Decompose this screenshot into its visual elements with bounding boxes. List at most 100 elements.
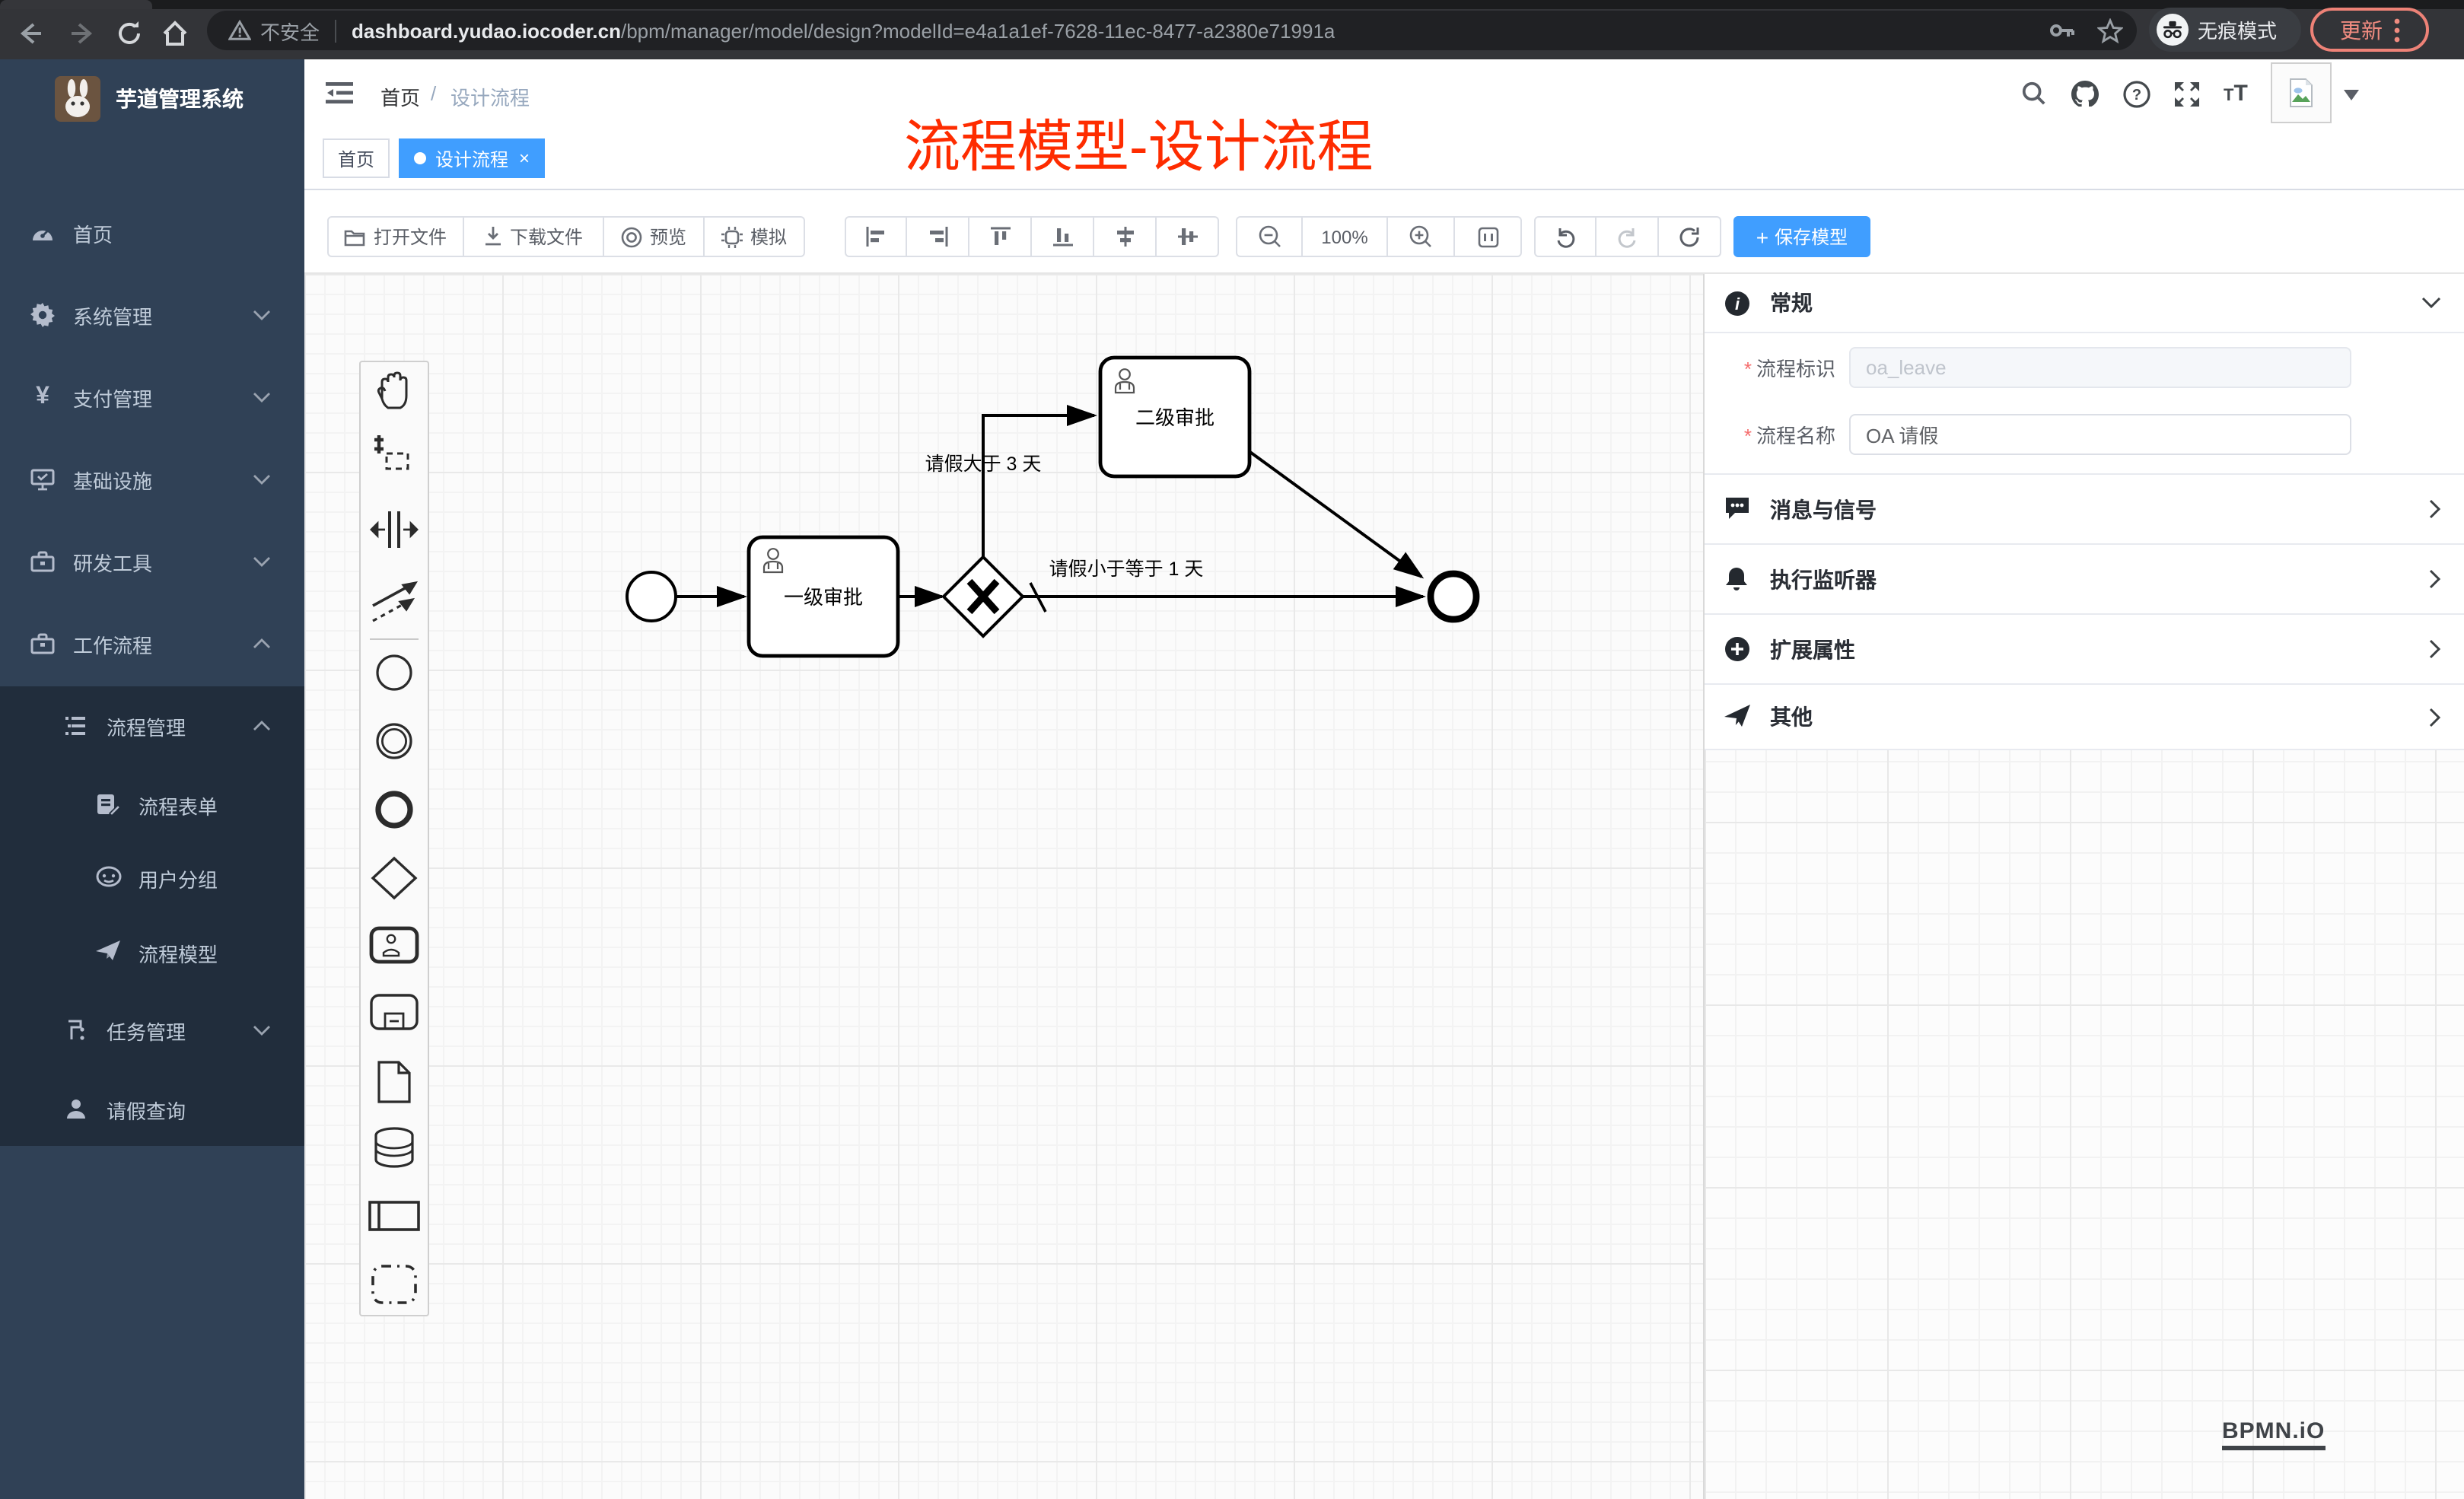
tab-label: 首页 [338, 145, 374, 171]
process-key-input[interactable] [1849, 347, 2351, 388]
flow-task2-to-end[interactable] [1248, 450, 1421, 577]
exclusive-gateway[interactable] [944, 557, 1023, 636]
chevron-down-icon[interactable] [2421, 297, 2441, 309]
zoom-in-button[interactable] [1388, 216, 1455, 257]
user-icon [64, 1097, 88, 1122]
align-bottom-button[interactable] [1032, 216, 1094, 257]
sidebar-item-process-manage[interactable]: 流程管理 [0, 688, 304, 764]
zoom-reset-button[interactable] [1455, 216, 1522, 257]
chevron-right-icon[interactable] [2429, 569, 2441, 589]
sidebar-item-label: 研发工具 [73, 547, 152, 576]
restart-button[interactable] [1659, 216, 1721, 257]
browser-home-button[interactable] [161, 20, 192, 47]
browser-menu-kebab-icon[interactable] [2393, 18, 2399, 42]
chevron-right-icon[interactable] [2429, 639, 2441, 659]
align-left-button[interactable] [845, 216, 907, 257]
update-button[interactable]: 更新 [2310, 8, 2429, 52]
align-center-h-button[interactable] [1094, 216, 1157, 257]
browser-forward-button[interactable] [67, 20, 97, 47]
security-label[interactable]: 不安全 [260, 16, 320, 45]
bpmn-diagram[interactable]: 一级审批 二级审批 请假大于 3 天 请假小于等于 1 天 [304, 274, 1703, 1499]
user-task-level1[interactable]: 一级审批 [749, 537, 898, 656]
section-execution-listener[interactable]: 执行监听器 [1705, 545, 2464, 615]
gear-icon [30, 303, 55, 327]
start-event[interactable] [627, 572, 676, 621]
breadcrumb-current: 设计流程 [450, 82, 530, 111]
active-dot-icon [414, 152, 426, 164]
align-center-v-button[interactable] [1157, 216, 1219, 257]
sidebar-item-leave-query[interactable]: 请假查询 [0, 1071, 304, 1147]
close-icon[interactable]: × [519, 148, 530, 169]
end-event[interactable] [1431, 574, 1476, 619]
bpmn-canvas[interactable]: 一级审批 二级审批 请假大于 3 天 请假小于等于 1 天 [304, 274, 1703, 1499]
avatar-caret-icon[interactable] [2344, 90, 2359, 100]
download-file-button[interactable]: 下载文件 [464, 216, 604, 257]
key-icon[interactable] [2049, 18, 2076, 43]
save-model-button[interactable]: + 保存模型 [1733, 216, 1870, 257]
sidebar-item-payment[interactable]: ¥ 支付管理 [0, 359, 304, 435]
chevron-right-icon[interactable] [2429, 499, 2441, 519]
bpmn-io-watermark[interactable]: BPMN.iO [2222, 1418, 2325, 1450]
github-icon[interactable] [2071, 81, 2099, 107]
help-icon[interactable]: ? [2123, 81, 2150, 108]
chevron-right-icon[interactable] [2429, 707, 2441, 727]
align-right-button[interactable] [907, 216, 969, 257]
task-label: 一级审批 [784, 586, 863, 609]
open-file-button[interactable]: 打开文件 [327, 216, 464, 257]
section-general[interactable]: i 常规 [1705, 274, 2464, 333]
process-key-label: *流程标识 [1705, 353, 1835, 382]
tab-home[interactable]: 首页 [323, 138, 390, 178]
flow-label-gt3[interactable]: 请假大于 3 天 [925, 454, 1042, 475]
button-label: 预览 [650, 224, 686, 250]
redo-button[interactable] [1597, 216, 1659, 257]
font-size-icon[interactable]: TT [2224, 81, 2248, 107]
browser-active-tab[interactable] [0, 0, 152, 9]
flow-gateway-to-task2[interactable] [983, 415, 1094, 559]
search-icon[interactable] [2021, 81, 2047, 107]
zoom-out-button[interactable] [1236, 216, 1303, 257]
sidebar-item-label: 流程模型 [138, 938, 218, 967]
sidebar-item-process-form[interactable]: 流程表单 [0, 767, 304, 843]
top-navbar: 首页 / 设计流程 ? TT [304, 59, 2464, 129]
tab-design-active[interactable]: 设计流程 × [399, 138, 545, 178]
simulate-button[interactable]: 模拟 [705, 216, 805, 257]
app-logo[interactable]: 芋道管理系统 [0, 59, 304, 138]
sidebar-item-workflow[interactable]: 工作流程 [0, 606, 304, 682]
section-title: 常规 [1770, 288, 1813, 318]
zoom-level: 100% [1303, 216, 1388, 257]
section-other[interactable]: 其他 [1705, 685, 2464, 750]
sidebar-item-user-group[interactable]: 用户分组 [0, 840, 304, 916]
chevron-down-icon [253, 1024, 271, 1036]
paper-plane-icon [96, 940, 120, 965]
fullscreen-icon[interactable] [2173, 81, 2201, 108]
bookmark-star-icon[interactable] [2097, 18, 2123, 43]
url-bar[interactable]: 不安全 dashboard.yudao.iocoder.cn/bpm/manag… [207, 11, 2137, 50]
properties-panel: i 常规 *流程标识 *流程名称 消息与信号 执行监听器 扩展属性 [1703, 274, 2464, 1499]
section-extended-attrs[interactable]: 扩展属性 [1705, 615, 2464, 685]
sidebar-item-process-model[interactable]: 流程模型 [0, 915, 304, 991]
avatar[interactable] [2271, 62, 2332, 123]
browser-reload-button[interactable] [116, 20, 146, 47]
process-name-input[interactable] [1849, 414, 2351, 455]
sidebar-item-infra[interactable]: 基础设施 [0, 441, 304, 517]
preview-button[interactable]: 预览 [604, 216, 705, 257]
sidebar-item-home[interactable]: 首页 [0, 195, 304, 271]
screen: 不安全 dashboard.yudao.iocoder.cn/bpm/manag… [0, 0, 2464, 1499]
incognito-label: 无痕模式 [2198, 15, 2277, 44]
security-warning-icon[interactable] [228, 20, 251, 41]
chevron-down-icon [253, 555, 271, 568]
user-task-level2[interactable]: 二级审批 [1100, 358, 1250, 476]
align-top-button[interactable] [969, 216, 1032, 257]
flow-label-le1[interactable]: 请假小于等于 1 天 [1049, 559, 1204, 580]
sidebar-item-devtools[interactable]: 研发工具 [0, 524, 304, 600]
sidebar-item-system[interactable]: 系统管理 [0, 277, 304, 353]
sidebar-collapse-icon[interactable] [326, 81, 353, 105]
breadcrumb-home[interactable]: 首页 [380, 82, 420, 111]
url-text[interactable]: dashboard.yudao.iocoder.cn/bpm/manager/m… [352, 19, 1335, 42]
browser-back-button[interactable] [15, 20, 46, 47]
undo-button[interactable] [1534, 216, 1597, 257]
section-title: 其他 [1770, 702, 1813, 732]
section-message-signal[interactable]: 消息与信号 [1705, 475, 2464, 545]
send-icon [1724, 704, 1750, 730]
sidebar-item-task-manage[interactable]: 任务管理 [0, 992, 304, 1068]
